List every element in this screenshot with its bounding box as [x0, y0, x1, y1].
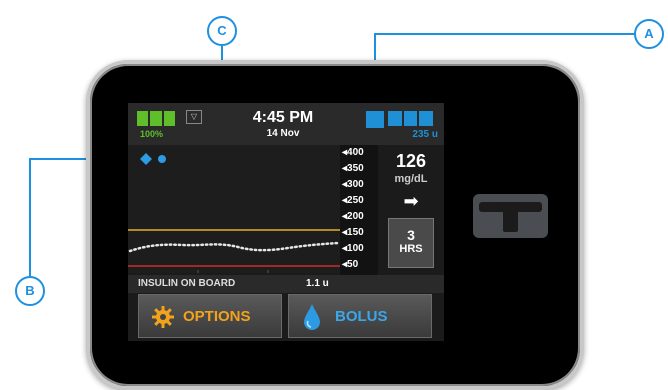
diamond-marker: [140, 153, 152, 165]
t-logo: [473, 194, 548, 238]
callout-b: B: [15, 276, 45, 306]
callout-a: A: [634, 19, 664, 49]
dot-marker: [158, 155, 166, 163]
cartridge-highlight: [366, 112, 384, 128]
callout-markers: [140, 112, 384, 165]
callout-c: C: [207, 16, 237, 46]
